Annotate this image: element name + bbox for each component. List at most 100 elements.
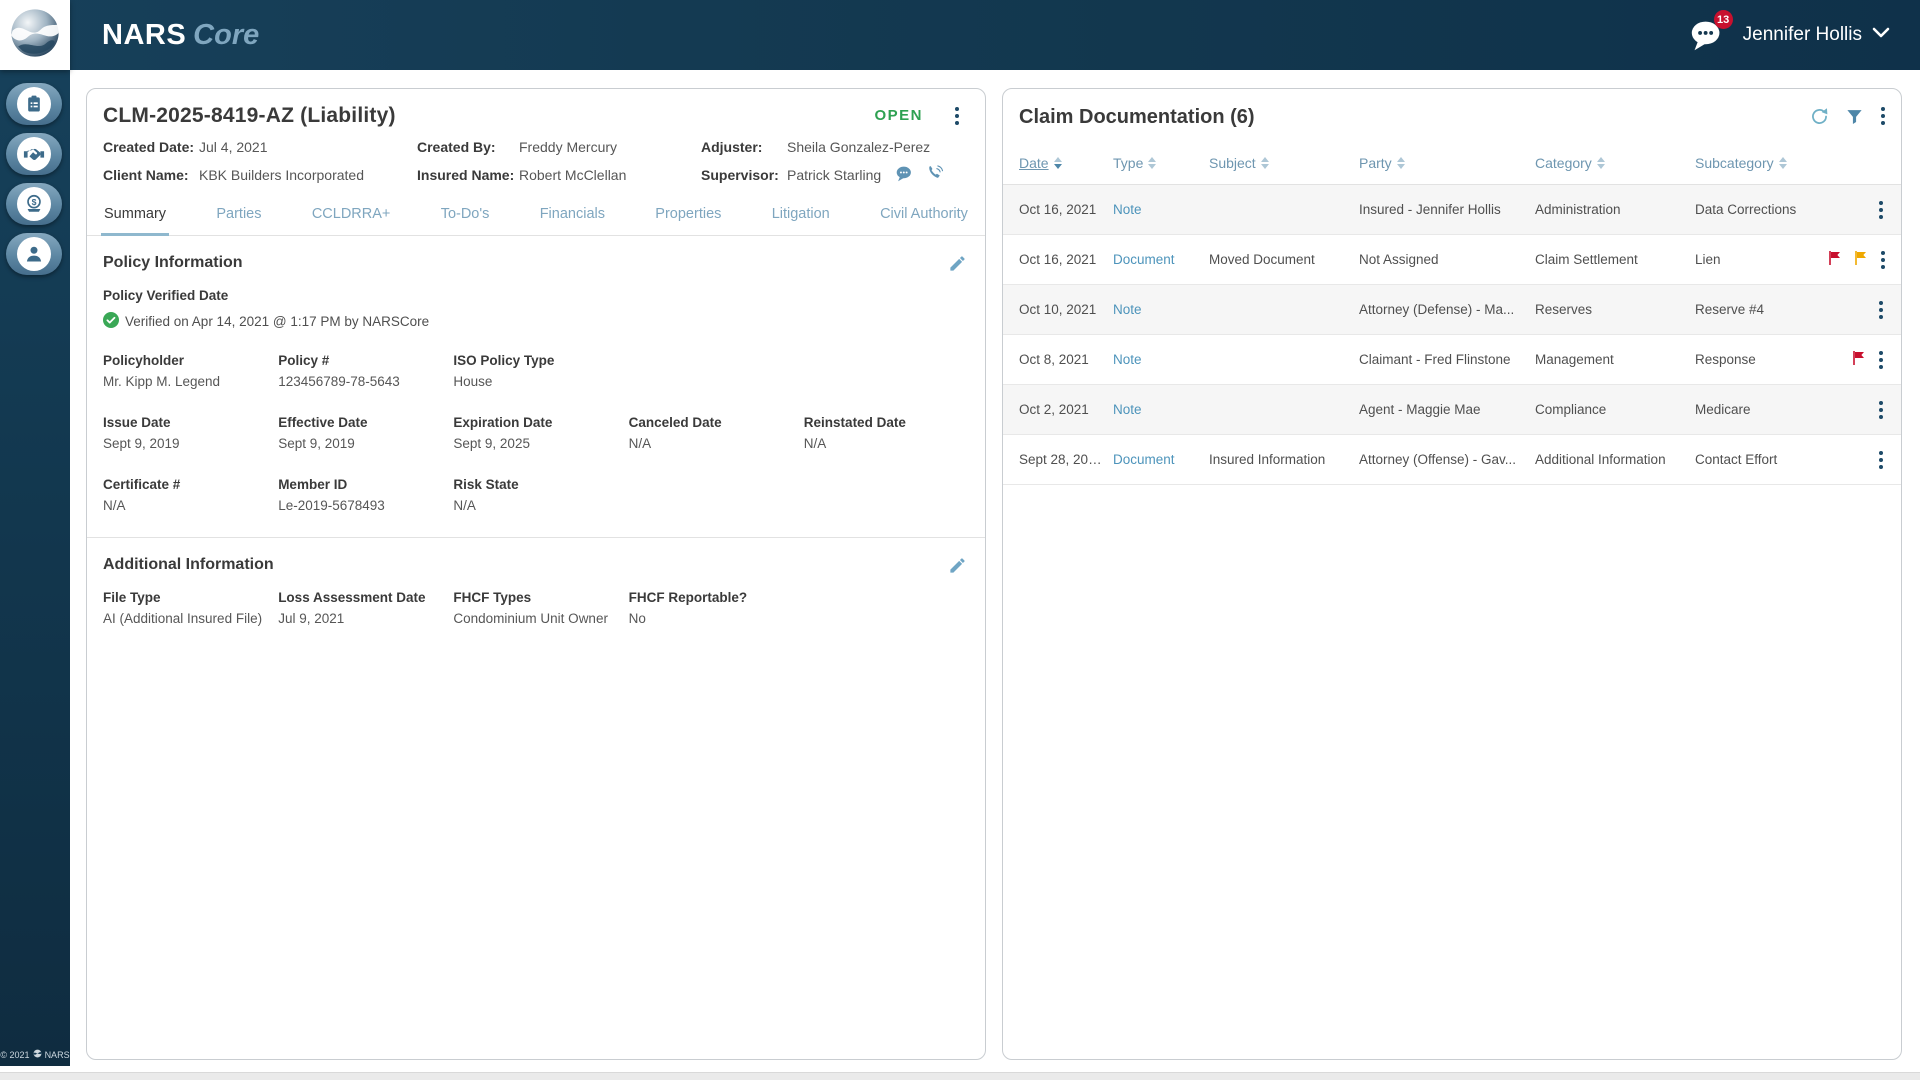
table-row[interactable]: Oct 8, 2021 Note Claimant - Fred Flinsto… (1003, 335, 1901, 385)
chat-bubble-icon (1689, 39, 1725, 56)
edit-policy-pencil-icon[interactable] (948, 254, 967, 278)
doc-date: Oct 16, 2021 (1019, 202, 1113, 217)
claim-card: CLM-2025-8419-AZ (Liability) OPEN Create… (86, 88, 986, 1060)
red-flag-icon (1827, 250, 1843, 269)
copyright-text: © 2021 (0, 1050, 29, 1060)
doc-party: Claimant - Fred Flinstone (1359, 352, 1535, 367)
brand-secondary: Core (193, 19, 259, 52)
additional-information-heading: Additional Information (103, 556, 969, 574)
message-supervisor-icon[interactable] (895, 165, 914, 185)
field-reinstated-date: Reinstated Date N/A (804, 415, 969, 451)
insured-name-label: Insured Name: (417, 167, 519, 183)
claim-menu-button[interactable] (953, 105, 961, 127)
created-by-value: Freddy Mercury (519, 139, 617, 155)
field-iso-policy-type: ISO Policy Type House (453, 353, 969, 389)
documentation-menu-button[interactable] (1879, 105, 1887, 127)
sidebar-item-contacts[interactable] (6, 233, 62, 275)
user-menu[interactable]: Jennifer Hollis (1743, 24, 1890, 46)
sidebar-item-claim-summary[interactable] (6, 83, 62, 125)
created-date-value: Jul 4, 2021 (199, 139, 268, 155)
tab-summary[interactable]: Summary (101, 198, 169, 235)
tab-ccldrra[interactable]: CCLDRRA+ (309, 198, 394, 235)
claim-documentation-card: Claim Documentation (6) Date Type (1002, 88, 1902, 1060)
brand-primary: NARS (102, 19, 186, 52)
supervisor-value: Patrick Starling (787, 167, 881, 183)
doc-type-link[interactable]: Note (1113, 302, 1209, 317)
doc-party: Insured - Jennifer Hollis (1359, 202, 1535, 217)
tab-civil-authority[interactable]: Civil Authority (877, 198, 971, 235)
doc-date: Sept 28, 2021 (1019, 452, 1113, 467)
field-canceled-date: Canceled Date N/A (629, 415, 794, 451)
filter-funnel-icon[interactable] (1845, 107, 1864, 126)
tab-todos[interactable]: To-Do's (438, 198, 493, 235)
client-name-label: Client Name: (103, 167, 199, 183)
field-file-type: File Type AI (Additional Insured File) (103, 590, 268, 626)
doc-subcategory: Lien (1695, 252, 1827, 267)
doc-type-link[interactable]: Document (1113, 452, 1209, 467)
policy-verified-date-label: Policy Verified Date (103, 288, 969, 303)
doc-subcategory: Data Corrections (1695, 202, 1827, 217)
user-name: Jennifer Hollis (1743, 24, 1862, 46)
table-row[interactable]: Oct 16, 2021 Note Insured - Jennifer Hol… (1003, 185, 1901, 235)
call-supervisor-icon[interactable] (926, 164, 944, 185)
refresh-recycle-icon[interactable] (1809, 106, 1830, 127)
nars-mini-logo-icon (33, 1049, 42, 1060)
documentation-title: Claim Documentation (6) (1019, 106, 1255, 129)
doc-category: Additional Information (1535, 452, 1695, 467)
red-flag-icon (1851, 350, 1867, 369)
row-menu-button[interactable] (1877, 399, 1885, 421)
doc-type-link[interactable]: Note (1113, 402, 1209, 417)
doc-subcategory: Reserve #4 (1695, 302, 1827, 317)
row-menu-button[interactable] (1877, 349, 1885, 371)
sort-icon (1148, 157, 1156, 169)
doc-date: Oct 2, 2021 (1019, 402, 1113, 417)
doc-type-link[interactable]: Note (1113, 352, 1209, 367)
app-logo[interactable] (0, 0, 70, 70)
column-header-subject[interactable]: Subject (1209, 155, 1359, 171)
notification-badge: 13 (1714, 10, 1733, 29)
doc-category: Management (1535, 352, 1695, 367)
sort-icon (1779, 157, 1787, 169)
claim-meta: Created Date: Jul 4, 2021 Created By: Fr… (103, 139, 969, 185)
field-issue-date: Issue Date Sept 9, 2019 (103, 415, 268, 451)
additional-information-section: Additional Information File Type AI (Add… (103, 538, 969, 626)
scrollbar-track[interactable] (0, 1072, 1920, 1080)
created-date-label: Created Date: (103, 139, 199, 155)
doc-type-link[interactable]: Document (1113, 252, 1209, 267)
nars-globe-icon (8, 6, 62, 65)
chevron-down-icon (1872, 26, 1890, 44)
copyright-footer: © 2021 NARS (0, 1049, 70, 1060)
documentation-table-header: Date Type Subject Party Category Subcate… (1003, 141, 1901, 185)
money-icon: $ (17, 187, 51, 221)
column-header-subcategory[interactable]: Subcategory (1695, 155, 1827, 171)
tab-properties[interactable]: Properties (652, 198, 724, 235)
doc-type-link[interactable]: Note (1113, 202, 1209, 217)
field-member-id: Member ID Le-2019-5678493 (278, 477, 443, 513)
sidebar-item-financials[interactable]: $ (6, 183, 62, 225)
tab-parties[interactable]: Parties (213, 198, 264, 235)
row-menu-button[interactable] (1877, 299, 1885, 321)
sidebar-item-parties[interactable] (6, 133, 62, 175)
edit-additional-pencil-icon[interactable] (948, 556, 967, 580)
table-row[interactable]: Oct 10, 2021 Note Attorney (Defense) - M… (1003, 285, 1901, 335)
column-header-party[interactable]: Party (1359, 155, 1535, 171)
column-header-type[interactable]: Type (1113, 155, 1209, 171)
sort-icon (1397, 157, 1405, 169)
doc-category: Reserves (1535, 302, 1695, 317)
table-row[interactable]: Sept 28, 2021 Document Insured Informati… (1003, 435, 1901, 485)
column-header-category[interactable]: Category (1535, 155, 1695, 171)
row-menu-button[interactable] (1877, 449, 1885, 471)
notifications-button[interactable]: 13 (1689, 18, 1727, 52)
table-row[interactable]: Oct 2, 2021 Note Agent - Maggie Mae Comp… (1003, 385, 1901, 435)
column-header-date[interactable]: Date (1019, 155, 1113, 171)
field-risk-state: Risk State N/A (453, 477, 969, 513)
field-loss-assessment-date: Loss Assessment Date Jul 9, 2021 (278, 590, 443, 626)
tab-financials[interactable]: Financials (537, 198, 608, 235)
field-fhcf-reportable: FHCF Reportable? No (629, 590, 969, 626)
sidebar: $ © 2021 NARS (0, 70, 70, 1066)
tab-litigation[interactable]: Litigation (769, 198, 833, 235)
row-menu-button[interactable] (1877, 199, 1885, 221)
policy-verified-text: Verified on Apr 14, 2021 @ 1:17 PM by NA… (125, 314, 429, 329)
row-menu-button[interactable] (1879, 249, 1887, 271)
table-row[interactable]: Oct 16, 2021 Document Moved Document Not… (1003, 235, 1901, 285)
